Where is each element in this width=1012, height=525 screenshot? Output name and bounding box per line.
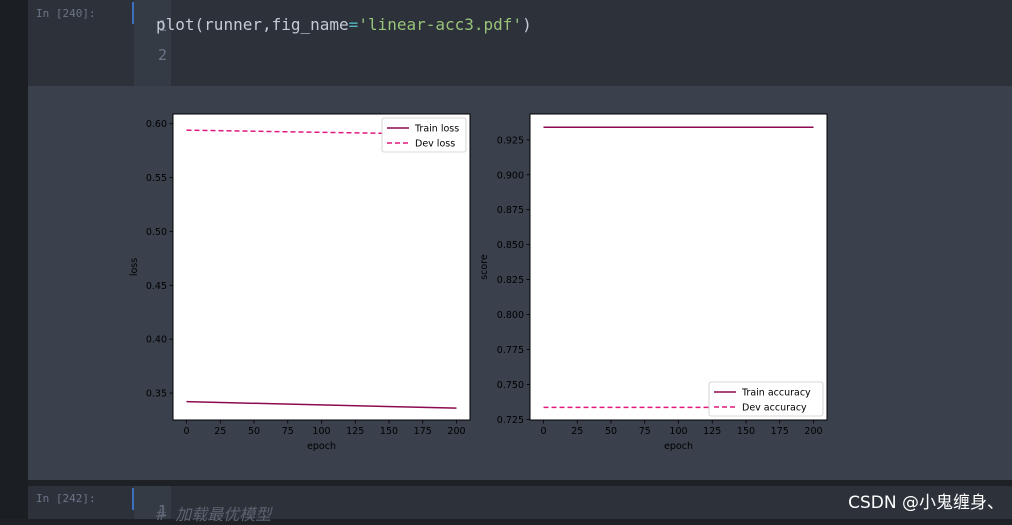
x-tick-label: 175 bbox=[414, 426, 432, 437]
y-tick-label: 0.50 bbox=[146, 227, 167, 238]
accuracy-chart-svg: 0 25 50 75 100 125 150 175 200 0.725 0.750 0.775 0.8… bbox=[479, 113, 828, 452]
code-equals: = bbox=[348, 15, 359, 34]
y-tick-label: 0.55 bbox=[146, 173, 167, 184]
y-tick-label: 0.875 bbox=[497, 205, 524, 216]
plot-area bbox=[529, 113, 828, 421]
x-tick-label: 25 bbox=[214, 426, 226, 437]
x-tick-label: 100 bbox=[669, 426, 687, 437]
y-tick-label: 0.825 bbox=[497, 275, 524, 286]
x-tick-label: 150 bbox=[380, 426, 398, 437]
code-fn: plot bbox=[156, 15, 195, 34]
legend-label: Train loss bbox=[414, 124, 459, 135]
legend-label: Dev loss bbox=[415, 139, 455, 150]
loss-chart-svg: 0 25 50 75 100 125 150 175 200 0.35 0.40 0.45 0.50 0.… bbox=[129, 113, 471, 452]
cell-prompt: In [242]: bbox=[36, 492, 96, 505]
watermark: CSDN @小鬼缠身、 bbox=[848, 493, 1004, 513]
loss-plot: 0 25 50 75 100 125 150 175 200 0.35 0.40 0.45 0.50 0.… bbox=[129, 111, 479, 460]
y-tick-label: 0.45 bbox=[146, 281, 167, 292]
code-paren: ( bbox=[194, 15, 205, 34]
y-tick-label: 0.750 bbox=[497, 380, 524, 391]
cell-prompt: In [240]: bbox=[36, 7, 96, 20]
y-axis-label: score bbox=[479, 254, 490, 280]
code-kwarg: fig_name bbox=[271, 15, 349, 34]
y-tick-label: 0.900 bbox=[497, 170, 524, 181]
y-tick-label: 0.925 bbox=[497, 135, 524, 146]
left-margin bbox=[0, 0, 28, 519]
legend-label: Train accuracy bbox=[741, 388, 811, 399]
plot-area bbox=[172, 113, 471, 421]
x-tick-label: 125 bbox=[703, 426, 721, 437]
y-tick-label: 0.60 bbox=[146, 119, 167, 130]
code-comma: , bbox=[261, 15, 272, 34]
x-axis-label: epoch bbox=[307, 441, 336, 452]
code-comment[interactable]: # 加载最优模型 bbox=[156, 501, 271, 525]
x-tick-label: 75 bbox=[639, 426, 651, 437]
x-axis-label: epoch bbox=[664, 441, 693, 452]
code-cell-240[interactable]: In [240]: 1 2 plot(runner,fig_name='line… bbox=[28, 0, 1012, 86]
line-gutter: 1 2 bbox=[134, 0, 171, 86]
y-tick-label: 0.40 bbox=[146, 335, 167, 346]
x-tick-label: 200 bbox=[804, 426, 822, 437]
x-tick-label: 0 bbox=[183, 426, 189, 437]
y-tick-label: 0.775 bbox=[497, 345, 524, 356]
line-number: 2 bbox=[157, 46, 167, 64]
x-tick-label: 75 bbox=[282, 426, 294, 437]
x-tick-label: 200 bbox=[447, 426, 465, 437]
code-paren: ) bbox=[522, 15, 532, 34]
y-tick-label: 0.35 bbox=[146, 389, 167, 400]
x-tick-label: 0 bbox=[540, 426, 546, 437]
legend-label: Dev accuracy bbox=[742, 403, 807, 414]
x-tick-label: 100 bbox=[312, 426, 330, 437]
accuracy-plot: 0 25 50 75 100 125 150 175 200 0.725 0.750 0.775 0.8… bbox=[476, 111, 836, 460]
code-string: 'linear-acc3.pdf' bbox=[358, 15, 523, 34]
code-arg: runner bbox=[204, 15, 262, 34]
x-tick-label: 50 bbox=[248, 426, 260, 437]
x-tick-label: 150 bbox=[737, 426, 755, 437]
y-tick-label: 0.800 bbox=[497, 310, 524, 321]
x-tick-label: 25 bbox=[571, 426, 583, 437]
code-line[interactable]: plot(runner,fig_name='linear-acc3.pdf') bbox=[156, 15, 532, 34]
x-tick-label: 125 bbox=[346, 426, 364, 437]
y-axis-label: loss bbox=[129, 258, 140, 276]
y-tick-label: 0.850 bbox=[497, 240, 524, 251]
x-tick-label: 50 bbox=[605, 426, 617, 437]
x-tick-label: 175 bbox=[771, 426, 789, 437]
y-tick-label: 0.725 bbox=[497, 415, 524, 426]
